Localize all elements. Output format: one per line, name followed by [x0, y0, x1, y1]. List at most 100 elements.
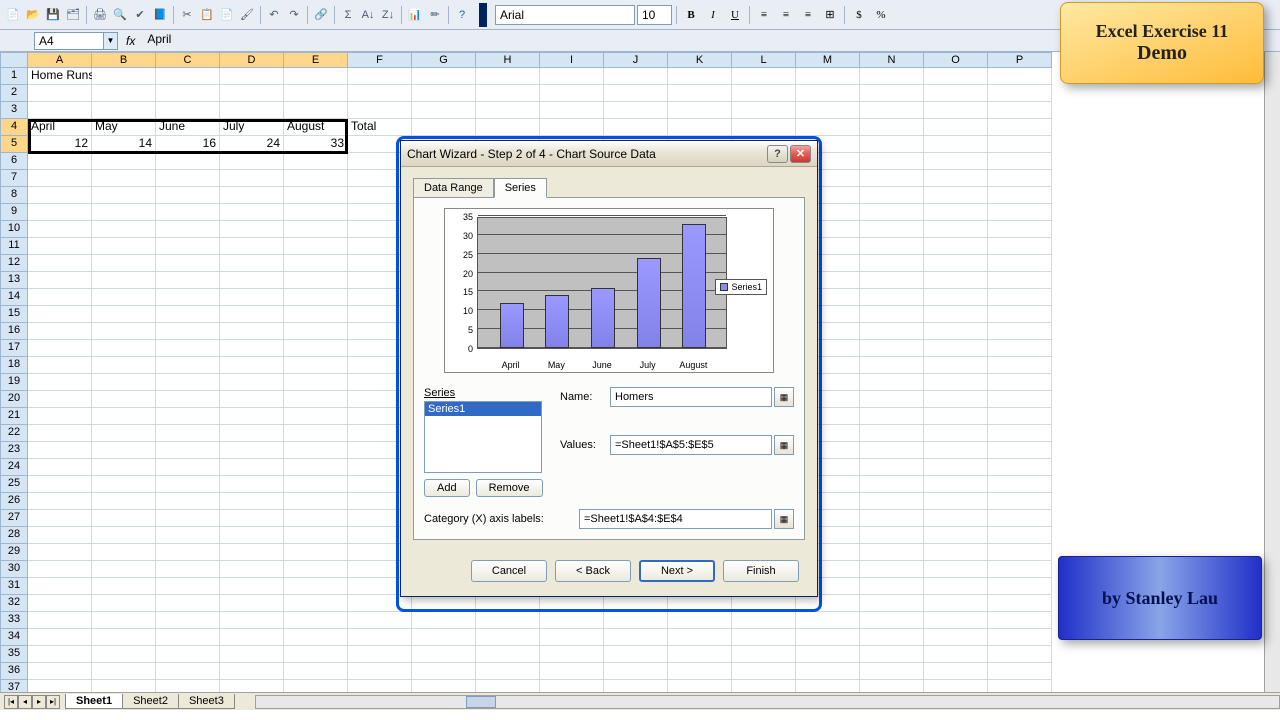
copy-icon[interactable]: 📋 [198, 6, 216, 24]
cell-D15[interactable] [220, 306, 284, 323]
cell-O26[interactable] [924, 493, 988, 510]
row-header-26[interactable]: 26 [0, 493, 28, 510]
cell-D4[interactable]: July [220, 119, 284, 136]
cell-I32[interactable] [540, 595, 604, 612]
cell-C13[interactable] [156, 272, 220, 289]
cell-G1[interactable] [412, 68, 476, 85]
row-header-24[interactable]: 24 [0, 459, 28, 476]
cell-F2[interactable] [348, 85, 412, 102]
col-header-K[interactable]: K [668, 52, 732, 68]
cell-D31[interactable] [220, 578, 284, 595]
cell-H35[interactable] [476, 646, 540, 663]
cell-C12[interactable] [156, 255, 220, 272]
cell-C26[interactable] [156, 493, 220, 510]
cell-A5[interactable]: 12 [28, 136, 92, 153]
cell-M4[interactable] [796, 119, 860, 136]
cell-C29[interactable] [156, 544, 220, 561]
cell-P25[interactable] [988, 476, 1052, 493]
cell-M36[interactable] [796, 663, 860, 680]
cell-F4[interactable]: Total [348, 119, 412, 136]
cell-G32[interactable] [412, 595, 476, 612]
cell-A34[interactable] [28, 629, 92, 646]
cell-P26[interactable] [988, 493, 1052, 510]
cell-E27[interactable] [284, 510, 348, 527]
cell-J3[interactable] [604, 102, 668, 119]
cell-L4[interactable] [732, 119, 796, 136]
cell-C1[interactable] [156, 68, 220, 85]
cell-B3[interactable] [92, 102, 156, 119]
row-header-2[interactable]: 2 [0, 85, 28, 102]
category-input[interactable] [579, 509, 772, 529]
cell-C32[interactable] [156, 595, 220, 612]
row-header-15[interactable]: 15 [0, 306, 28, 323]
cell-N4[interactable] [860, 119, 924, 136]
cell-P24[interactable] [988, 459, 1052, 476]
name-box-dropdown[interactable]: ▼ [104, 32, 118, 50]
cell-B23[interactable] [92, 442, 156, 459]
cell-K36[interactable] [668, 663, 732, 680]
cell-N3[interactable] [860, 102, 924, 119]
cell-E28[interactable] [284, 527, 348, 544]
cell-P33[interactable] [988, 612, 1052, 629]
cell-D34[interactable] [220, 629, 284, 646]
cell-B11[interactable] [92, 238, 156, 255]
cell-D14[interactable] [220, 289, 284, 306]
sheet-tab-sheet1[interactable]: Sheet1 [65, 694, 123, 709]
dialog-help-button[interactable]: ? [767, 145, 788, 163]
cell-B25[interactable] [92, 476, 156, 493]
cell-N18[interactable] [860, 357, 924, 374]
cell-A16[interactable] [28, 323, 92, 340]
cell-O10[interactable] [924, 221, 988, 238]
row-header-5[interactable]: 5 [0, 136, 28, 153]
cell-C10[interactable] [156, 221, 220, 238]
cell-O3[interactable] [924, 102, 988, 119]
cell-B17[interactable] [92, 340, 156, 357]
cell-B18[interactable] [92, 357, 156, 374]
cell-C6[interactable] [156, 153, 220, 170]
align-left-icon[interactable]: ≡ [754, 6, 774, 24]
cell-A6[interactable] [28, 153, 92, 170]
cell-A4[interactable]: April [28, 119, 92, 136]
horizontal-scrollbar[interactable] [255, 695, 1280, 709]
cell-B12[interactable] [92, 255, 156, 272]
cell-B2[interactable] [92, 85, 156, 102]
cell-P14[interactable] [988, 289, 1052, 306]
cell-P30[interactable] [988, 561, 1052, 578]
cell-O36[interactable] [924, 663, 988, 680]
row-header-32[interactable]: 32 [0, 595, 28, 612]
cell-K35[interactable] [668, 646, 732, 663]
cell-E18[interactable] [284, 357, 348, 374]
cell-O20[interactable] [924, 391, 988, 408]
tab-series[interactable]: Series [494, 178, 547, 198]
cell-P15[interactable] [988, 306, 1052, 323]
cell-C30[interactable] [156, 561, 220, 578]
cell-N16[interactable] [860, 323, 924, 340]
col-header-C[interactable]: C [156, 52, 220, 68]
sort-asc-icon[interactable]: A↓ [359, 6, 377, 24]
cell-O1[interactable] [924, 68, 988, 85]
cell-A27[interactable] [28, 510, 92, 527]
cell-A23[interactable] [28, 442, 92, 459]
cell-K32[interactable] [668, 595, 732, 612]
row-header-33[interactable]: 33 [0, 612, 28, 629]
tab-nav-last[interactable]: ▸| [46, 695, 60, 709]
cell-O35[interactable] [924, 646, 988, 663]
cell-A18[interactable] [28, 357, 92, 374]
cell-N5[interactable] [860, 136, 924, 153]
cell-N29[interactable] [860, 544, 924, 561]
cell-M1[interactable] [796, 68, 860, 85]
cell-C21[interactable] [156, 408, 220, 425]
cell-D16[interactable] [220, 323, 284, 340]
cell-N30[interactable] [860, 561, 924, 578]
cell-E32[interactable] [284, 595, 348, 612]
row-header-16[interactable]: 16 [0, 323, 28, 340]
cell-E6[interactable] [284, 153, 348, 170]
row-header-35[interactable]: 35 [0, 646, 28, 663]
bold-button[interactable]: B [681, 6, 701, 24]
drawing-icon[interactable]: ✏ [426, 6, 444, 24]
cell-C31[interactable] [156, 578, 220, 595]
help-icon[interactable]: ? [453, 6, 471, 24]
cell-L1[interactable] [732, 68, 796, 85]
cell-L36[interactable] [732, 663, 796, 680]
cell-C2[interactable] [156, 85, 220, 102]
